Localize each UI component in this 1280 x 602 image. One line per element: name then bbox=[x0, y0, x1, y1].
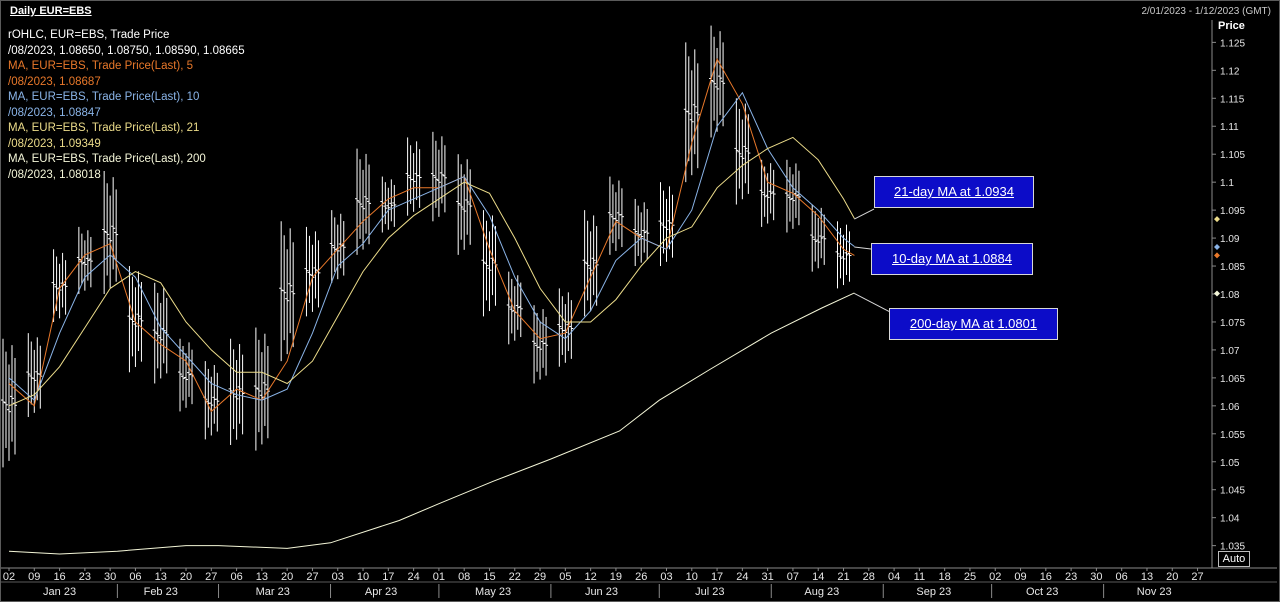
legend-row: MA, EUR=EBS, Trade Price(Last), 200 bbox=[8, 153, 206, 165]
x-tick-label: 21 bbox=[837, 571, 849, 583]
legend-row: MA, EUR=EBS, Trade Price(Last), 10 bbox=[8, 91, 200, 103]
x-tick-label: 13 bbox=[256, 571, 268, 583]
y-tick-label: 1.045 bbox=[1220, 486, 1245, 497]
x-tick-label: 23 bbox=[1065, 571, 1077, 583]
month-label: May 23 bbox=[475, 586, 511, 598]
y-tick-label: 1.11 bbox=[1220, 122, 1239, 133]
month-label: Jun 23 bbox=[585, 586, 618, 598]
x-tick-label: 28 bbox=[863, 571, 875, 583]
x-tick-label: 03 bbox=[660, 571, 672, 583]
x-tick-label: 06 bbox=[230, 571, 242, 583]
y-tick-label: 1.055 bbox=[1220, 430, 1245, 441]
month-label: Apr 23 bbox=[365, 586, 397, 598]
month-label: Sep 23 bbox=[916, 586, 951, 598]
x-tick-label: 27 bbox=[306, 571, 318, 583]
x-tick-label: 04 bbox=[888, 571, 900, 583]
x-tick-label: 14 bbox=[812, 571, 824, 583]
x-tick-label: 13 bbox=[1141, 571, 1153, 583]
x-tick-label: 06 bbox=[1116, 571, 1128, 583]
x-tick-label: 24 bbox=[407, 571, 419, 583]
ma21-callout: 21-day MA at 1.0934 bbox=[874, 176, 1034, 208]
legend-row: /08/2023, 1.08847 bbox=[8, 106, 101, 119]
legend-row: MA, EUR=EBS, Trade Price(Last), 21 bbox=[8, 122, 200, 134]
x-tick-label: 15 bbox=[483, 571, 495, 583]
y-tick-label: 1.08 bbox=[1220, 290, 1240, 301]
y-tick-label: 1.075 bbox=[1220, 318, 1245, 329]
x-tick-label: 24 bbox=[736, 571, 748, 583]
x-tick-label: 09 bbox=[28, 571, 40, 583]
x-tick-label: 03 bbox=[332, 571, 344, 583]
ma21-leader bbox=[854, 208, 875, 220]
x-tick-label: 10 bbox=[357, 571, 369, 583]
ma5-last-marker bbox=[1214, 252, 1220, 259]
x-tick-label: 20 bbox=[180, 571, 192, 583]
month-label: Mar 23 bbox=[256, 586, 290, 598]
month-label: Oct 23 bbox=[1026, 586, 1058, 598]
x-tick-label: 06 bbox=[129, 571, 141, 583]
auto-scale-button[interactable]: Auto bbox=[1218, 551, 1250, 567]
x-tick-label: 22 bbox=[509, 571, 521, 583]
y-tick-label: 1.07 bbox=[1220, 346, 1240, 357]
y-tick-label: 1.05 bbox=[1220, 458, 1240, 469]
month-label: Nov 23 bbox=[1137, 586, 1172, 598]
x-tick-label: 11 bbox=[914, 571, 925, 583]
y-tick-label: 1.085 bbox=[1220, 262, 1245, 273]
x-tick-label: 20 bbox=[1166, 571, 1178, 583]
x-tick-label: 16 bbox=[1040, 571, 1052, 583]
x-tick-label: 13 bbox=[155, 571, 167, 583]
x-tick-label: 01 bbox=[433, 571, 445, 583]
x-tick-label: 31 bbox=[762, 571, 774, 583]
x-tick-label: 05 bbox=[559, 571, 571, 583]
x-tick-label: 16 bbox=[53, 571, 65, 583]
x-tick-label: 02 bbox=[989, 571, 1001, 583]
y-tick-label: 1.115 bbox=[1220, 94, 1245, 105]
y-tick-label: 1.065 bbox=[1220, 374, 1245, 385]
y-tick-label: 1.12 bbox=[1220, 66, 1240, 77]
price-axis-label: Price bbox=[1218, 20, 1245, 32]
legend-row: /08/2023, 1.08018 bbox=[8, 168, 101, 181]
month-label: Jul 23 bbox=[695, 586, 724, 598]
y-tick-label: 1.09 bbox=[1220, 234, 1240, 245]
y-tick-label: 1.04 bbox=[1220, 514, 1240, 525]
x-tick-label: 07 bbox=[787, 571, 799, 583]
y-tick-label: 1.105 bbox=[1220, 150, 1245, 161]
x-tick-label: 23 bbox=[79, 571, 91, 583]
legend-row: /08/2023, 1.08687 bbox=[8, 75, 101, 88]
y-tick-label: 1.125 bbox=[1220, 38, 1245, 49]
x-tick-label: 02 bbox=[3, 571, 15, 583]
x-tick-label: 17 bbox=[711, 571, 723, 583]
month-label: Jan 23 bbox=[43, 586, 76, 598]
x-tick-label: 20 bbox=[281, 571, 293, 583]
ma200-leader bbox=[854, 292, 890, 312]
legend-row: /08/2023, 1.08650, 1.08750, 1.08590, 1.0… bbox=[8, 44, 245, 57]
x-tick-label: 29 bbox=[534, 571, 546, 583]
x-tick-label: 26 bbox=[635, 571, 647, 583]
month-label: Feb 23 bbox=[144, 586, 178, 598]
y-tick-label: 1.1 bbox=[1220, 178, 1234, 189]
legend-row: /08/2023, 1.09349 bbox=[8, 137, 101, 150]
chart-legend: rOHLC, EUR=EBS, Trade Price/08/2023, 1.0… bbox=[8, 28, 245, 183]
x-tick-label: 08 bbox=[458, 571, 470, 583]
x-tick-label: 19 bbox=[610, 571, 622, 583]
x-tick-label: 09 bbox=[1014, 571, 1026, 583]
y-tick-label: 1.06 bbox=[1220, 402, 1240, 413]
x-tick-label: 17 bbox=[382, 571, 394, 583]
x-tick-label: 27 bbox=[205, 571, 217, 583]
month-label: Aug 23 bbox=[804, 586, 839, 598]
legend-row: rOHLC, EUR=EBS, Trade Price bbox=[8, 29, 170, 41]
x-tick-label: 30 bbox=[104, 571, 116, 583]
x-tick-label: 30 bbox=[1090, 571, 1102, 583]
x-tick-label: 25 bbox=[964, 571, 976, 583]
ma10-callout: 10-day MA at 1.0884 bbox=[871, 243, 1033, 275]
x-tick-label: 10 bbox=[686, 571, 698, 583]
legend-row: MA, EUR=EBS, Trade Price(Last), 5 bbox=[8, 60, 194, 72]
ma10-leader bbox=[854, 246, 872, 250]
x-tick-label: 27 bbox=[1191, 571, 1203, 583]
x-tick-label: 12 bbox=[585, 571, 597, 583]
x-tick-label: 18 bbox=[939, 571, 951, 583]
ma200-callout: 200-day MA at 1.0801 bbox=[889, 308, 1058, 340]
y-tick-label: 1.095 bbox=[1220, 206, 1245, 217]
